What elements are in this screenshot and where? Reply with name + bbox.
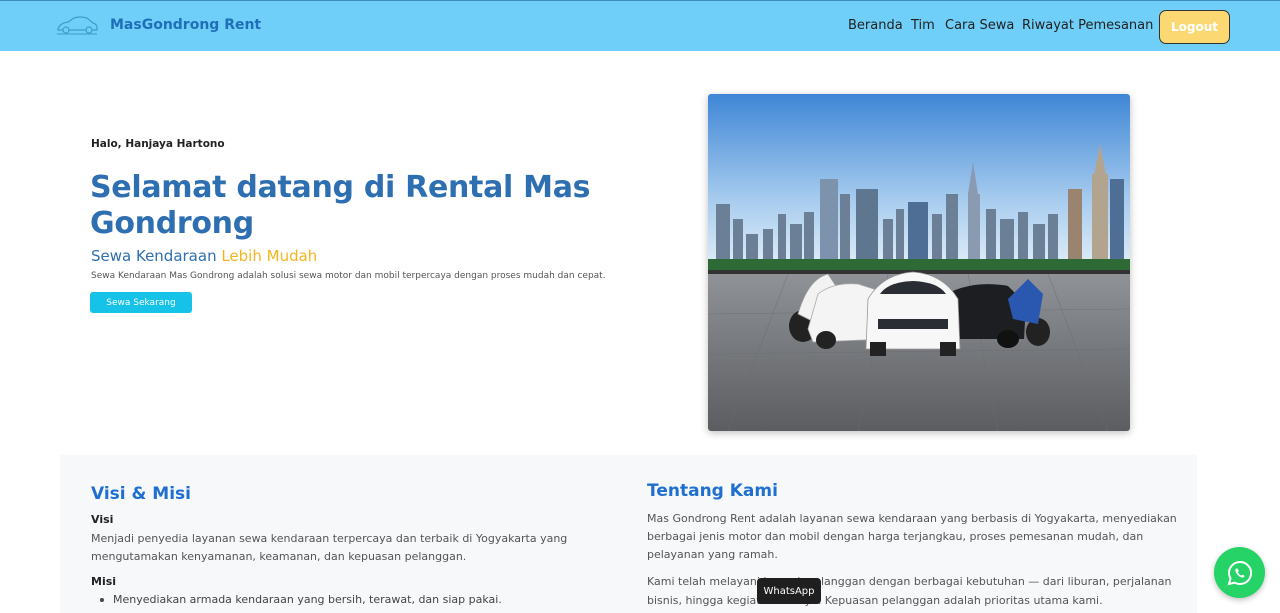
hero-description: Sewa Kendaraan Mas Gondrong adalah solus… xyxy=(91,271,606,281)
visi-text: Menjadi penyedia layanan sewa kendaraan … xyxy=(91,532,568,563)
rent-now-button[interactable]: Sewa Sekarang xyxy=(90,292,192,313)
misi-item: Menyediakan armada kendaraan yang bersih… xyxy=(96,593,502,606)
bullet-dot xyxy=(100,597,104,602)
logout-button[interactable]: Logout xyxy=(1159,10,1230,44)
nav-link-riwayat-pemesanan[interactable]: Riwayat Pemesanan xyxy=(1022,18,1153,33)
visi-label: Visi xyxy=(91,513,114,526)
city-vehicles-illustration xyxy=(708,94,1130,431)
tentang-para-1: Mas Gondrong Rent adalah layanan sewa ke… xyxy=(647,512,1177,561)
tagline-accent: Lebih Mudah xyxy=(221,247,318,265)
nav-link-cara-sewa[interactable]: Cara Sewa xyxy=(945,18,1014,33)
whatsapp-tooltip: WhatsApp xyxy=(757,578,821,604)
tagline: Sewa Kendaraan Lebih Mudah xyxy=(91,247,317,265)
tagline-main: Sewa Kendaraan xyxy=(91,247,222,265)
navbar: MasGondrong Rent Beranda Tim Cara Sewa R… xyxy=(0,0,1280,51)
whatsapp-icon xyxy=(1227,560,1252,585)
visi-misi-title: Visi & Misi xyxy=(91,484,191,504)
misi-label: Misi xyxy=(91,575,117,588)
tentang-kami-title: Tentang Kami xyxy=(647,481,778,501)
brand-name: MasGondrong Rent xyxy=(110,17,262,33)
nav-link-beranda[interactable]: Beranda xyxy=(848,18,903,33)
tentang-para-2-line-2: bisnis, hingga kegiatan lainnya. Kepuasa… xyxy=(647,594,1103,607)
misi-item-text: Menyediakan armada kendaraan yang bersih… xyxy=(113,593,502,606)
hero-image xyxy=(708,94,1130,431)
car-logo-icon xyxy=(57,16,98,35)
brand[interactable]: MasGondrong Rent xyxy=(56,14,261,36)
hero-title: Selamat datang di Rental Mas Gondrong xyxy=(90,170,591,241)
tentang-para-2-line-1: Kami telah melayani banyak pelanggan den… xyxy=(647,575,1172,588)
whatsapp-button[interactable] xyxy=(1214,547,1265,598)
nav-link-tim[interactable]: Tim xyxy=(911,18,935,33)
greeting: Halo, Hanjaya Hartono xyxy=(91,138,225,150)
